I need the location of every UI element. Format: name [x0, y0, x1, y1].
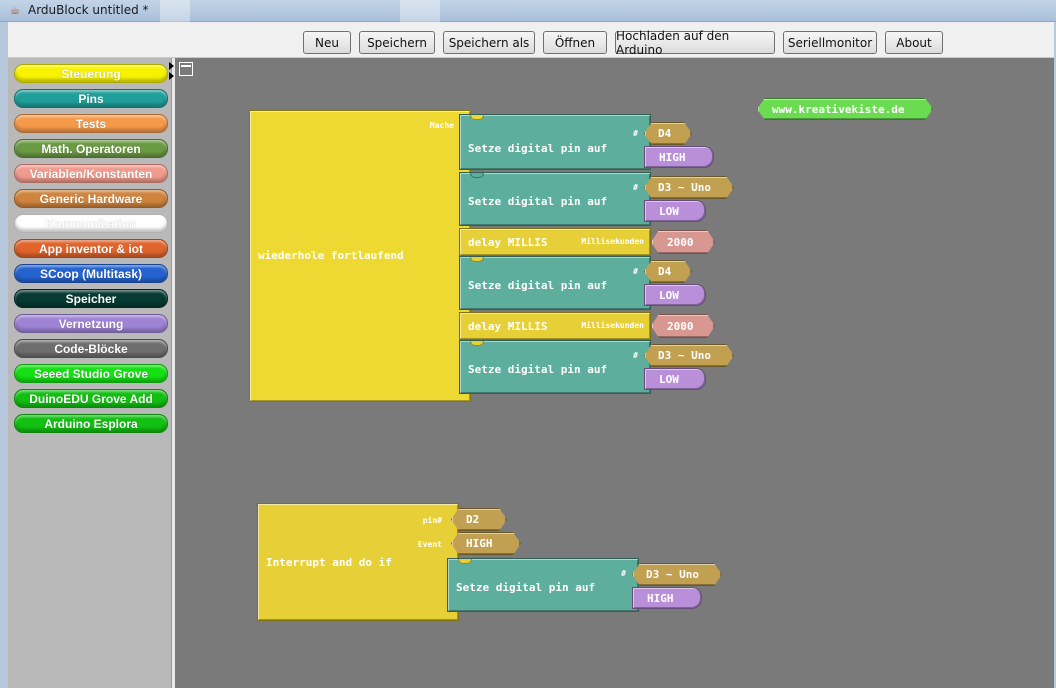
save-button[interactable]: Speichern	[359, 31, 435, 54]
block-connector-notch	[470, 257, 484, 262]
upload-to-arduino-button[interactable]: Hochladen auf den Arduino	[615, 29, 775, 57]
category-math-operators[interactable]: Math. Operatoren	[14, 139, 168, 158]
category-arduino-esplora[interactable]: Arduino Esplora	[14, 414, 168, 433]
delay-label: delay MILLIS	[468, 236, 548, 249]
pin-value-block[interactable]: D4	[644, 260, 692, 283]
pin-hash-label: #	[621, 569, 626, 578]
pin-hash-label: #	[633, 351, 638, 360]
state-value-block[interactable]: HIGH	[632, 587, 702, 609]
expand-arrow-icon[interactable]	[169, 72, 174, 80]
block-connector-notch	[470, 115, 484, 120]
category-memory[interactable]: Speicher	[14, 289, 168, 308]
state-value-block[interactable]: LOW	[644, 200, 706, 222]
window-titlebar: ☕ ArduBlock untitled *	[0, 0, 1056, 22]
interrupt-pin-value-block[interactable]: D2	[451, 508, 507, 531]
category-code-blocks[interactable]: Code-Blöcke	[14, 339, 168, 358]
digital-write-label: Setze digital pin auf	[468, 195, 608, 208]
digital-write-block[interactable]: Setze digital pin auf #	[459, 256, 651, 310]
state-value-label: LOW	[659, 289, 679, 302]
pin-hash-label: #	[633, 129, 638, 138]
new-button[interactable]: Neu	[303, 31, 351, 54]
pin-value-label: D4	[658, 127, 672, 140]
digital-write-label: Setze digital pin auf	[468, 363, 608, 376]
block-canvas[interactable]: Mache wiederhole fortlaufend Setze digit…	[175, 58, 1054, 688]
pin-hash-label: #	[633, 183, 638, 192]
pin-value-block[interactable]: D3 ~ Uno	[632, 563, 722, 586]
toolbar: Neu Speichern Speichern als Öffnen Hochl…	[8, 22, 1054, 58]
state-value-label: LOW	[659, 205, 679, 218]
java-app-icon: ☕	[9, 3, 21, 17]
number-value-label: 2000	[667, 320, 694, 333]
pin-value-block[interactable]: D3 ~ Uno	[644, 344, 734, 367]
category-steuerung[interactable]: Steuerung	[14, 64, 168, 83]
block-connector-notch	[470, 173, 484, 178]
serial-monitor-button[interactable]: Seriellmonitor	[783, 31, 877, 54]
category-tests[interactable]: Tests	[14, 114, 168, 133]
interrupt-pin-label: pin#	[422, 516, 442, 525]
state-value-label: HIGH	[659, 151, 686, 164]
minimize-panel-icon[interactable]	[179, 62, 193, 76]
save-as-button[interactable]: Speichern als	[443, 31, 535, 54]
pin-value-label: D4	[658, 265, 672, 278]
state-value-block[interactable]: HIGH	[644, 146, 714, 168]
number-value-block[interactable]: 2000	[651, 314, 715, 338]
block-category-sidebar: Steuerung Pins Tests Math. Operatoren Va…	[8, 58, 171, 688]
category-pins[interactable]: Pins	[14, 89, 168, 108]
titlebar-glass-decor	[160, 0, 190, 22]
interrupt-block[interactable]: pin# Event Interrupt and do if	[257, 503, 459, 621]
category-seeed-studio-grove[interactable]: Seeed Studio Grove	[14, 364, 168, 383]
category-duinoedu-grove-add[interactable]: DuinoEDU Grove Add	[14, 389, 168, 408]
titlebar-glass-decor	[400, 0, 440, 22]
digital-write-block[interactable]: Setze digital pin auf #	[459, 114, 651, 170]
delay-unit-label: Millisekunden	[581, 321, 644, 330]
event-value-label: HIGH	[466, 537, 493, 550]
loop-do-label: Mache	[429, 121, 454, 130]
number-value-block[interactable]: 2000	[651, 230, 715, 254]
digital-write-block[interactable]: Setze digital pin auf #	[459, 172, 651, 226]
category-communication[interactable]: Kommunikation	[14, 214, 168, 233]
pin-value-label: D3 ~ Uno	[658, 349, 711, 362]
number-value-label: 2000	[667, 236, 694, 249]
state-value-label: HIGH	[647, 592, 674, 605]
interrupt-label: Interrupt and do if	[266, 556, 392, 569]
collapse-arrow-icon[interactable]	[169, 62, 174, 70]
website-label-block[interactable]: www.kreativekiste.de	[757, 98, 933, 120]
open-button[interactable]: Öffnen	[543, 31, 607, 54]
state-value-label: LOW	[659, 373, 679, 386]
category-scoop-multitask[interactable]: SCoop (Multitask)	[14, 264, 168, 283]
state-value-block[interactable]: LOW	[644, 368, 706, 390]
pin-value-label: D2	[466, 513, 480, 526]
category-variables-constants[interactable]: Variablen/Konstanten	[14, 164, 168, 183]
category-app-inventor-iot[interactable]: App inventor & iot	[14, 239, 168, 258]
digital-write-block[interactable]: Setze digital pin auf #	[447, 558, 639, 612]
window-title: ArduBlock untitled *	[28, 3, 149, 17]
pin-hash-label: #	[633, 267, 638, 276]
digital-write-label: Setze digital pin auf	[468, 142, 608, 155]
digital-write-block[interactable]: Setze digital pin auf #	[459, 340, 651, 394]
pin-value-label: D3 ~ Uno	[646, 568, 699, 581]
pin-value-block[interactable]: D3 ~ Uno	[644, 176, 734, 199]
delay-unit-label: Millisekunden	[581, 237, 644, 246]
block-connector-notch	[470, 341, 484, 346]
delay-millis-block[interactable]: delay MILLIS Millisekunden	[459, 312, 651, 340]
interrupt-event-label: Event	[417, 540, 442, 549]
website-label: www.kreativekiste.de	[772, 103, 905, 116]
block-connector-notch	[458, 559, 472, 564]
loop-block[interactable]: Mache wiederhole fortlaufend	[249, 110, 471, 402]
category-networking[interactable]: Vernetzung	[14, 314, 168, 333]
digital-write-label: Setze digital pin auf	[468, 279, 608, 292]
pin-value-label: D3 ~ Uno	[658, 181, 711, 194]
interrupt-event-value-block[interactable]: HIGH	[451, 532, 521, 555]
about-button[interactable]: About	[885, 31, 943, 54]
digital-write-label: Setze digital pin auf	[456, 581, 596, 594]
state-value-block[interactable]: LOW	[644, 284, 706, 306]
pin-value-block[interactable]: D4	[644, 122, 692, 145]
delay-millis-block[interactable]: delay MILLIS Millisekunden	[459, 228, 651, 256]
category-generic-hardware[interactable]: Generic Hardware	[14, 189, 168, 208]
loop-label: wiederhole fortlaufend	[258, 249, 404, 262]
window-frame-left	[0, 22, 8, 688]
delay-label: delay MILLIS	[468, 320, 548, 333]
